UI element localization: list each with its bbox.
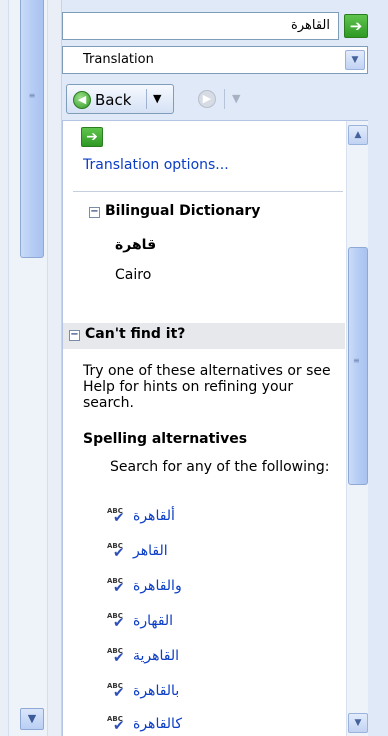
bilingual-dictionary-header[interactable]: − Bilingual Dictionary bbox=[83, 203, 343, 227]
spelling-check-icon: ABC ✔ bbox=[107, 612, 125, 631]
spelling-alternative[interactable]: ABC ✔ القاهرية bbox=[107, 647, 307, 669]
scrollbar-thumb[interactable] bbox=[20, 0, 44, 258]
spelling-alternatives-title: Spelling alternatives bbox=[83, 431, 248, 447]
search-input[interactable]: القاهرة bbox=[62, 12, 339, 40]
english-translation: Cairo bbox=[115, 267, 152, 283]
spelling-alternative[interactable]: ABC ✔ كالقاهرة bbox=[107, 715, 307, 736]
divider bbox=[224, 89, 225, 109]
scroll-down-button[interactable]: ▼ bbox=[348, 713, 368, 733]
forward-arrow-icon: ▶ bbox=[198, 90, 216, 108]
cant-find-it-header[interactable]: − Can't find it? bbox=[63, 323, 345, 349]
spelling-alternative[interactable]: ABC ✔ القهارة bbox=[107, 612, 307, 634]
research-service-select[interactable]: Translation ▼ bbox=[62, 46, 368, 74]
spelling-alternative[interactable]: ABC ✔ ألقاهرة bbox=[107, 507, 307, 529]
spelling-check-icon: ABC ✔ bbox=[107, 647, 125, 666]
back-button[interactable]: ◀ Back ▼ bbox=[66, 84, 174, 114]
back-dropdown-icon[interactable]: ▼ bbox=[153, 92, 161, 105]
cant-find-it-text: Try one of these alternatives or see Hel… bbox=[83, 363, 331, 411]
collapse-icon[interactable]: − bbox=[69, 330, 80, 341]
scroll-up-button[interactable]: ▲ bbox=[348, 125, 368, 145]
section-title: Can't find it? bbox=[85, 326, 186, 342]
spelling-check-icon: ABC ✔ bbox=[107, 682, 125, 701]
grip-icon: ≡ bbox=[353, 356, 360, 365]
chevron-down-icon[interactable]: ▼ bbox=[345, 50, 365, 70]
translation-options-link[interactable]: Translation options... bbox=[83, 157, 229, 173]
spelling-check-icon: ABC ✔ bbox=[107, 542, 125, 561]
arabic-term: قاهرة bbox=[115, 237, 157, 253]
spelling-alternative[interactable]: ABC ✔ بالقاهرة bbox=[107, 682, 307, 704]
alternative-word[interactable]: بالقاهرة bbox=[133, 683, 179, 699]
spelling-check-icon: ABC ✔ bbox=[107, 577, 125, 596]
spelling-alternative[interactable]: ABC ✔ القاهر bbox=[107, 542, 307, 564]
alternative-word[interactable]: كالقاهرة bbox=[133, 716, 182, 732]
document-vertical-scrollbar[interactable]: ≡ ▼ bbox=[0, 0, 62, 736]
alternative-word[interactable]: القهارة bbox=[133, 613, 173, 629]
forward-dropdown-icon[interactable]: ▼ bbox=[232, 92, 240, 105]
spelling-check-icon: ABC ✔ bbox=[107, 507, 125, 526]
divider bbox=[146, 89, 147, 109]
spelling-alternative[interactable]: ABC ✔ والقاهرة bbox=[107, 577, 307, 599]
start-searching-button[interactable]: ➔ bbox=[344, 14, 368, 38]
back-arrow-icon: ◀ bbox=[73, 91, 91, 109]
section-title: Bilingual Dictionary bbox=[105, 203, 261, 219]
search-for-text: Search for any of the following: bbox=[110, 459, 330, 475]
collapse-icon[interactable]: − bbox=[89, 207, 100, 218]
alternative-word[interactable]: والقاهرة bbox=[133, 578, 182, 594]
back-label: Back bbox=[95, 91, 132, 109]
alternative-word[interactable]: ألقاهرة bbox=[133, 508, 175, 524]
scrollbar-thumb[interactable] bbox=[348, 247, 368, 485]
results-scrollbar[interactable]: ▲ ≡ ▼ bbox=[346, 121, 368, 736]
scroll-down-button[interactable]: ▼ bbox=[20, 708, 44, 730]
alternative-word[interactable]: القاهرية bbox=[133, 648, 179, 664]
alternative-word[interactable]: القاهر bbox=[133, 543, 168, 559]
navigation-toolbar: ◀ Back ▼ ▶ ▼ bbox=[66, 84, 306, 114]
divider bbox=[73, 191, 343, 192]
green-arrow-icon[interactable]: ➔ bbox=[81, 127, 103, 147]
forward-button[interactable]: ▶ ▼ bbox=[194, 88, 250, 112]
results-panel: ➔ Translation options... − Bilingual Dic… bbox=[62, 120, 368, 736]
spelling-check-icon: ABC ✔ bbox=[107, 715, 125, 734]
search-row: القاهرة ➔ bbox=[62, 12, 388, 40]
grip-icon: ≡ bbox=[28, 91, 36, 100]
service-selected-value: Translation bbox=[83, 52, 154, 67]
research-task-pane: القاهرة ➔ Translation ▼ ◀ Back ▼ ▶ ▼ ➔ T… bbox=[62, 0, 388, 736]
